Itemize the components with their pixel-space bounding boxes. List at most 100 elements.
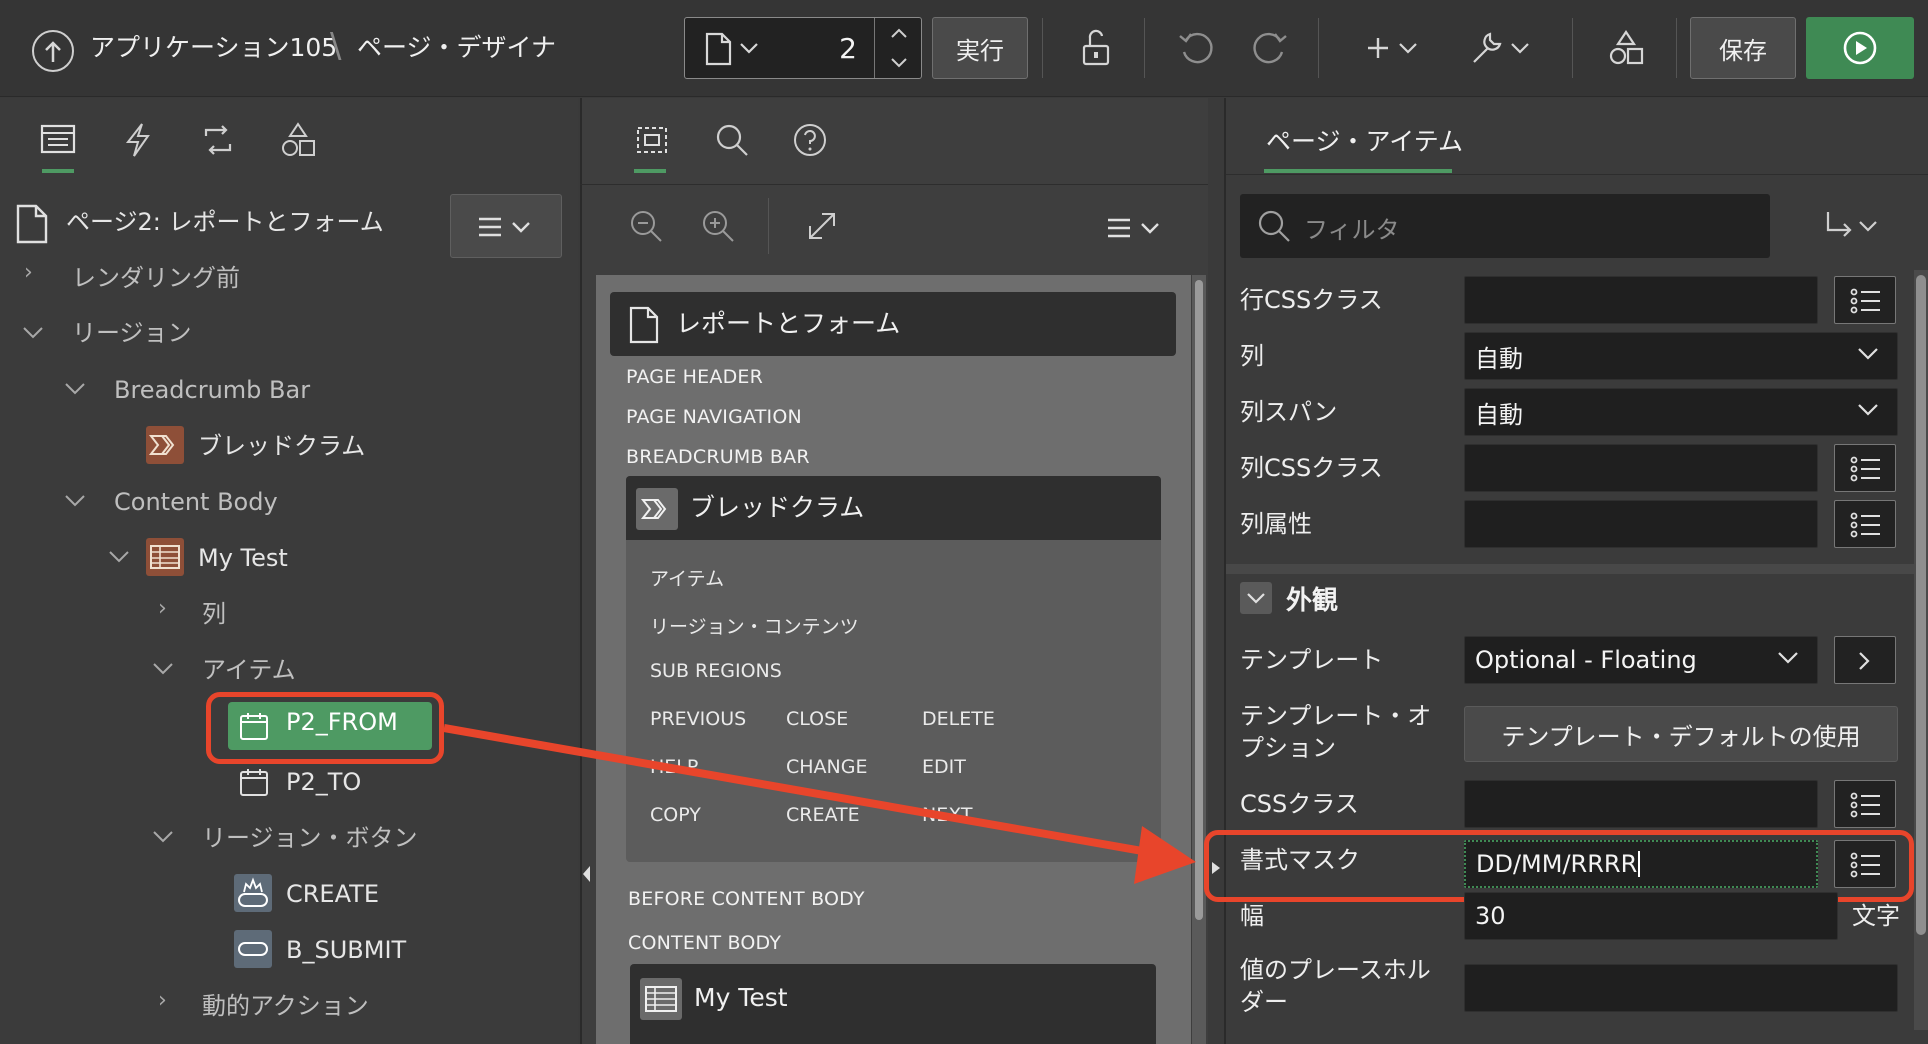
undo-icon[interactable] bbox=[1176, 28, 1216, 68]
layout-sub-regions[interactable]: SUB REGIONS bbox=[650, 660, 782, 682]
layout-position-delete[interactable]: DELETE bbox=[922, 708, 995, 730]
list-button[interactable] bbox=[1834, 444, 1896, 492]
tree-item-p2-from[interactable]: P2_FROM bbox=[228, 702, 432, 750]
layout-page-region[interactable]: レポートとフォーム bbox=[610, 292, 1176, 356]
format-mask-input[interactable]: DD/MM/RRRR bbox=[1464, 840, 1818, 888]
layout-breadcrumb-bar[interactable]: BREADCRUMB BAR bbox=[626, 446, 810, 468]
column-select[interactable]: 自動 bbox=[1464, 332, 1898, 380]
chevron-right-icon[interactable]: › bbox=[24, 260, 33, 285]
help-icon[interactable] bbox=[790, 120, 830, 160]
tree-items[interactable]: アイテム bbox=[202, 652, 296, 688]
chevron-right-icon[interactable]: › bbox=[158, 988, 167, 1013]
zoom-out-icon[interactable] bbox=[626, 206, 666, 246]
expand-icon[interactable] bbox=[802, 206, 842, 246]
value-placeholder-input[interactable] bbox=[1464, 964, 1898, 1012]
save-button[interactable]: 保存 bbox=[1690, 17, 1796, 79]
layout-scroll-thumb[interactable] bbox=[1195, 280, 1203, 920]
column-css-classes-input[interactable] bbox=[1464, 444, 1818, 492]
tree-before-render[interactable]: レンダリング前 bbox=[72, 260, 240, 296]
layout-position-edit[interactable]: EDIT bbox=[922, 756, 966, 778]
layout-sub-region-content[interactable]: リージョン・コンテンツ bbox=[650, 612, 859, 639]
chevron-down-icon[interactable] bbox=[22, 326, 44, 340]
width-input[interactable]: 30 bbox=[1464, 892, 1838, 940]
search-icon[interactable] bbox=[712, 120, 752, 160]
shared-components-icon[interactable] bbox=[1606, 28, 1646, 68]
layout-page-navigation[interactable]: PAGE NAVIGATION bbox=[626, 406, 802, 428]
tree-columns[interactable]: 列 bbox=[202, 596, 226, 632]
tab-page-item[interactable]: ページ・アイテム bbox=[1266, 122, 1463, 158]
processing-icon[interactable] bbox=[198, 120, 238, 160]
collapse-left-icon[interactable] bbox=[580, 864, 592, 884]
list-button[interactable] bbox=[1834, 840, 1896, 888]
chevron-down-icon[interactable] bbox=[152, 830, 174, 844]
layout-position-copy[interactable]: COPY bbox=[650, 804, 701, 826]
active-tab-indicator bbox=[1264, 169, 1452, 173]
css-classes-input[interactable] bbox=[1464, 780, 1818, 828]
column-span-select[interactable]: 自動 bbox=[1464, 388, 1898, 436]
tree-breadcrumb[interactable]: ブレッドクラム bbox=[198, 428, 365, 464]
page-number-input[interactable]: 2 bbox=[797, 32, 857, 65]
layout-position-create[interactable]: CREATE bbox=[786, 804, 860, 826]
layout-position-change[interactable]: CHANGE bbox=[786, 756, 868, 778]
layout-my-test-region[interactable]: My Test bbox=[630, 964, 1156, 1044]
up-arrow-icon[interactable] bbox=[32, 30, 74, 72]
chevron-down-icon[interactable] bbox=[108, 550, 130, 564]
layout-position-close[interactable]: CLOSE bbox=[786, 708, 848, 730]
page-title[interactable]: ページ2: レポートとフォーム bbox=[66, 204, 384, 240]
lightning-icon[interactable] bbox=[118, 120, 158, 160]
layout-position-help[interactable]: HELP bbox=[650, 756, 698, 778]
zoom-in-icon[interactable] bbox=[698, 206, 738, 246]
chevron-down-icon[interactable] bbox=[152, 662, 174, 676]
layout-before-content-body[interactable]: BEFORE CONTENT BODY bbox=[628, 888, 865, 910]
unlock-icon[interactable] bbox=[1076, 28, 1116, 68]
run-button[interactable] bbox=[1806, 17, 1914, 79]
chevron-right-icon[interactable]: › bbox=[158, 596, 167, 621]
column-attributes-input[interactable] bbox=[1464, 500, 1818, 548]
chevron-down-icon[interactable] bbox=[64, 382, 86, 396]
layout-sub-items[interactable]: アイテム bbox=[650, 564, 724, 591]
list-button[interactable] bbox=[1834, 500, 1896, 548]
plus-icon[interactable] bbox=[1356, 28, 1396, 68]
tree-breadcrumb-bar[interactable]: Breadcrumb Bar bbox=[114, 372, 310, 408]
chevron-down-icon[interactable] bbox=[64, 494, 86, 508]
collapse-group-button[interactable] bbox=[1240, 582, 1272, 614]
template-go-button[interactable] bbox=[1834, 636, 1896, 684]
chevron-down-icon[interactable] bbox=[1510, 42, 1530, 56]
template-select[interactable]: Optional - Floating bbox=[1464, 636, 1818, 684]
tree-region-buttons[interactable]: リージョン・ボタン bbox=[202, 820, 418, 856]
layout-tab-icon[interactable] bbox=[632, 120, 672, 160]
layout-position-next[interactable]: NEXT bbox=[922, 804, 973, 826]
layout-position-previous[interactable]: PREVIOUS bbox=[650, 708, 746, 730]
tree-button-submit[interactable]: B_SUBMIT bbox=[286, 932, 406, 968]
label-css-classes: CSSクラス bbox=[1240, 790, 1359, 818]
tree-my-test[interactable]: My Test bbox=[198, 540, 288, 576]
tree-item-p2-to[interactable]: P2_TO bbox=[286, 764, 361, 800]
row-css-classes-input[interactable] bbox=[1464, 276, 1818, 324]
menu-icon[interactable] bbox=[1106, 216, 1166, 240]
tree-dynamic-actions[interactable]: 動的アクション bbox=[202, 988, 369, 1024]
list-button[interactable] bbox=[1834, 276, 1896, 324]
tree-button-create[interactable]: CREATE bbox=[286, 876, 379, 912]
layout-breadcrumb-header[interactable]: ブレッドクラム bbox=[626, 476, 1161, 540]
template-options-button[interactable]: テンプレート・デフォルトの使用 bbox=[1464, 706, 1898, 762]
layout-page-header[interactable]: PAGE HEADER bbox=[626, 366, 763, 388]
list-button[interactable] bbox=[1834, 780, 1896, 828]
shared-components-icon[interactable] bbox=[278, 120, 318, 160]
wrench-icon[interactable] bbox=[1466, 28, 1506, 68]
redo-icon[interactable] bbox=[1250, 28, 1290, 68]
app-name-link[interactable]: アプリケーション105 bbox=[90, 30, 337, 66]
chevron-down-icon[interactable] bbox=[889, 56, 909, 70]
rendering-tab-icon[interactable] bbox=[38, 120, 78, 160]
tree-regions[interactable]: リージョン bbox=[72, 315, 192, 351]
chevron-down-icon[interactable] bbox=[1398, 42, 1418, 56]
layout-content-body[interactable]: CONTENT BODY bbox=[628, 932, 781, 954]
tree-menu-button[interactable] bbox=[450, 194, 562, 258]
properties-scroll-thumb[interactable] bbox=[1916, 275, 1926, 935]
filter-box[interactable]: フィルタ bbox=[1240, 194, 1770, 258]
run-page-button[interactable]: 実行 bbox=[932, 17, 1028, 79]
filter-input[interactable]: フィルタ bbox=[1304, 210, 1400, 245]
chevron-up-icon[interactable] bbox=[889, 26, 909, 40]
chevron-down-icon[interactable] bbox=[739, 42, 759, 56]
go-to-group-icon[interactable] bbox=[1824, 210, 1884, 242]
tree-content-body[interactable]: Content Body bbox=[114, 484, 278, 520]
